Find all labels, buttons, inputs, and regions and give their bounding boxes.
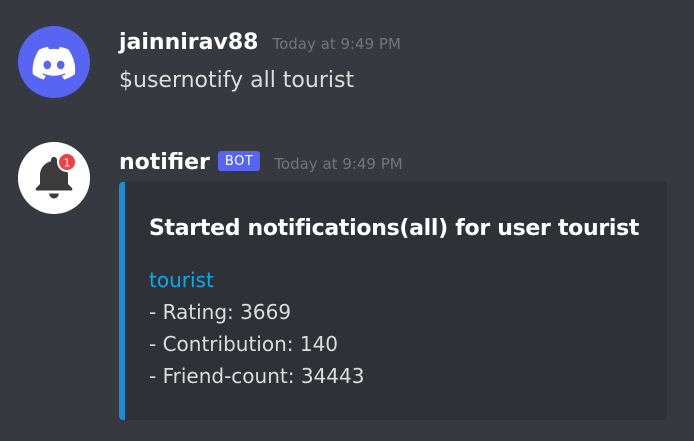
bot-avatar[interactable]: 1 (18, 142, 90, 214)
timestamp: Today at 9:49 PM (274, 155, 403, 173)
user-avatar[interactable] (18, 26, 90, 98)
message-header: jainnirav88 Today at 9:49 PM (119, 30, 401, 55)
notification-bell-icon: 1 (18, 142, 90, 214)
embed-contribution: - Contribution: 140 (149, 332, 339, 356)
embed-rating: - Rating: 3669 (149, 300, 292, 324)
discord-logo-icon (18, 26, 90, 98)
avatar-badge-count: 1 (64, 157, 71, 170)
embed-friend-count: - Friend-count: 34443 (149, 364, 365, 388)
username[interactable]: jainnirav88 (119, 30, 258, 55)
username[interactable]: notifier (119, 150, 210, 175)
message-header: notifier BOT Today at 9:49 PM (119, 150, 403, 175)
embed-user-link[interactable]: tourist (149, 268, 214, 292)
message-content: $usernotify all tourist (119, 68, 355, 93)
message-embed: Started notifications(all) for user tour… (119, 182, 667, 420)
bot-tag: BOT (217, 151, 261, 171)
chat-message-list: jainnirav88 Today at 9:49 PM $usernotify… (0, 0, 694, 441)
embed-title: Started notifications(all) for user tour… (149, 216, 640, 241)
timestamp: Today at 9:49 PM (272, 35, 401, 53)
